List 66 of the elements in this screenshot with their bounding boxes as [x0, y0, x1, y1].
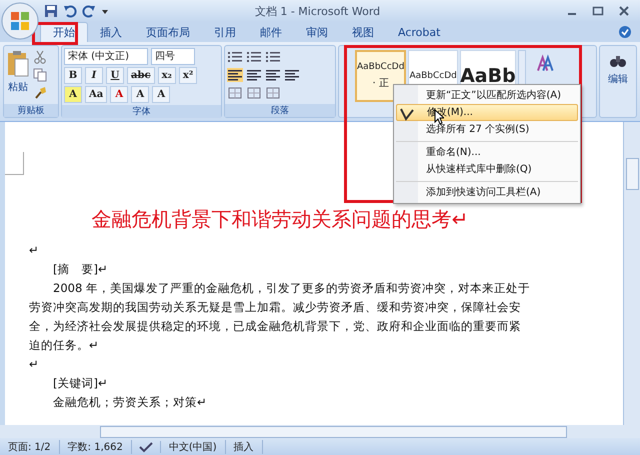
ribbon-tab[interactable]: 引用	[202, 22, 248, 42]
list-icon[interactable]	[227, 50, 243, 64]
format-button[interactable]: I	[85, 67, 103, 84]
page-count[interactable]: 页面: 1/2	[0, 440, 60, 454]
font-size-dropdown[interactable]: 四号	[151, 48, 195, 65]
format-button[interactable]: x²	[178, 67, 198, 84]
ribbon-tab[interactable]: 页面布局	[134, 22, 202, 42]
document-paragraph: ↵	[29, 356, 40, 373]
format-button[interactable]: A	[131, 86, 150, 103]
ribbon-tab[interactable]: 邮件	[248, 22, 294, 42]
align-icon[interactable]	[265, 68, 281, 82]
maximize-icon[interactable]	[592, 5, 604, 17]
font-name-dropdown[interactable]: 宋体 (中文正)	[64, 48, 148, 65]
format-button[interactable]: B	[64, 67, 82, 84]
format-button[interactable]: A	[152, 86, 170, 103]
word-count[interactable]: 字数: 1,662	[60, 440, 132, 454]
binoculars-icon	[609, 54, 627, 68]
menu-item[interactable]: 重命名(N)...	[396, 141, 578, 161]
format-button[interactable]: Aa	[85, 86, 108, 103]
undo-icon[interactable]	[63, 4, 77, 18]
ribbon-tab[interactable]: 插入	[88, 22, 134, 42]
scissors-icon[interactable]	[33, 50, 47, 64]
highlight-frame	[32, 22, 78, 45]
redo-icon[interactable]	[82, 4, 96, 18]
close-icon[interactable]	[618, 5, 630, 17]
format-button[interactable]: U	[106, 67, 124, 84]
brush-icon[interactable]	[33, 86, 47, 100]
align-icon[interactable]	[227, 68, 243, 82]
ribbon-tab[interactable]: 视图	[340, 22, 386, 42]
help-icon[interactable]	[618, 25, 632, 39]
copy-icon[interactable]	[33, 68, 47, 82]
document-paragraph: 金融危机；劳资关系；对策↵	[52, 394, 208, 411]
align-icon[interactable]	[284, 68, 300, 82]
document-paragraph: 2008 年，美国爆发了严重的金融危机，引发了更多的劳资矛盾和劳资冲突，对本来正处于劳资冲突高发期的我国劳动关系无疑是雪上加霜。减少劳资矛盾、缓和劳资冲突，保障社会安全，为经济社会发展提供稳定的环境，已成金融危机背景下，党、政府和企业面临的重要而紧迫的任务。↵	[29, 280, 531, 354]
list-icon[interactable]	[265, 50, 281, 64]
document-title: 金融危机背景下和谐劳动关系问题的思考↵	[90, 206, 470, 233]
group-label: 剪贴板	[4, 104, 58, 117]
menu-item[interactable]: 从快速样式库中删除(Q)	[396, 161, 578, 178]
editing-button[interactable]: 编辑	[602, 46, 634, 87]
vertical-scrollbar[interactable]	[623, 122, 640, 425]
customize-caret-icon[interactable]	[101, 7, 109, 15]
insert-mode[interactable]: 插入	[226, 440, 263, 454]
format-button[interactable]: abc	[127, 67, 155, 84]
page-corner-mark	[5, 152, 24, 175]
group-label: 段落	[225, 104, 335, 117]
style-swatch[interactable]: AaBbCcDd · 正	[355, 50, 406, 102]
document-paragraph: [摘 要]↵	[52, 261, 109, 278]
paste-button[interactable]: 粘贴	[6, 48, 30, 102]
format-button[interactable]: A	[110, 86, 128, 103]
ribbon-tab[interactable]: Acrobat	[386, 22, 452, 42]
ribbon-tab[interactable]: 审阅	[294, 22, 340, 42]
horizontal-scrollbar[interactable]	[0, 425, 640, 438]
save-icon[interactable]	[44, 4, 58, 18]
format-button[interactable]: A	[64, 86, 82, 103]
document-paragraph: ↵	[29, 242, 40, 259]
clipboard-icon	[6, 50, 30, 78]
document-paragraph: [关键词]↵	[52, 375, 109, 392]
window-title: 文档 1 - Microsoft Word	[254, 4, 382, 18]
align-icon[interactable]	[246, 68, 262, 82]
modify-style-icon	[400, 107, 414, 121]
list-icon[interactable]	[246, 50, 262, 64]
menu-item[interactable]: 选择所有 27 个实例(S)	[396, 121, 578, 138]
menu-item[interactable]: 添加到快速访问工具栏(A)	[396, 181, 578, 201]
language-indicator[interactable]: 中文(中国)	[160, 440, 226, 454]
group-label: 字体	[62, 105, 221, 118]
format-button[interactable]: x₂	[158, 67, 176, 84]
